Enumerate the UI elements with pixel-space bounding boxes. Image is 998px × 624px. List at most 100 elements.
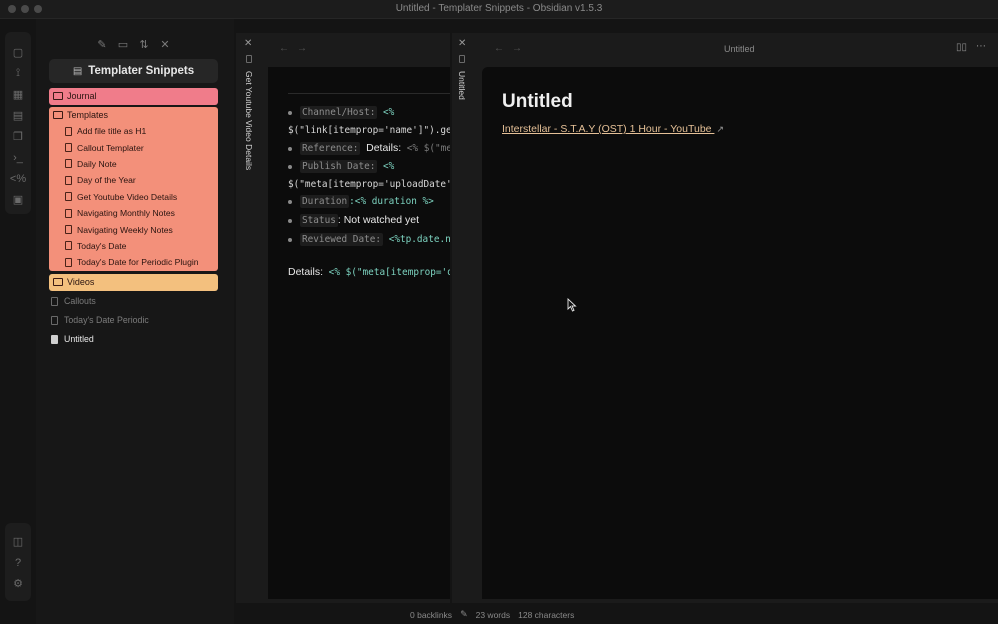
- folder-journal[interactable]: Journal: [49, 88, 218, 105]
- file-label: Get Youtube Video Details: [77, 191, 178, 202]
- line-publish-code: $("meta[itemprop='uploadDate']": [288, 179, 450, 190]
- editor-content[interactable]: Channel/Host: <% $("link[itemprop='name'…: [268, 67, 450, 599]
- file-label: Callouts: [64, 296, 96, 306]
- pane-spine[interactable]: ✕ Untitled: [452, 33, 480, 603]
- file-item[interactable]: Day of the Year: [49, 172, 218, 188]
- file-label: Untitled: [64, 334, 94, 344]
- file-icon: [65, 126, 72, 136]
- file-label: Navigating Weekly Notes: [77, 224, 173, 235]
- ribbon: ▢ ⟟ ▦ ▤ ❐ ›_ <% ▣ ◫ ? ⚙: [0, 19, 36, 624]
- file-item-todays-date-periodic[interactable]: Today's Date Periodic: [51, 312, 149, 328]
- reading-view-icon[interactable]: ▯▯: [956, 42, 967, 53]
- line-details: Details: <% $("meta[itemprop='de: [288, 266, 450, 278]
- divider: [288, 93, 450, 94]
- document-icon: [459, 55, 465, 63]
- file-label: Today's Date for Periodic Plugin: [77, 257, 199, 268]
- new-note-icon[interactable]: ✎: [96, 39, 108, 51]
- file-label: Daily Note: [77, 158, 117, 169]
- copy-icon[interactable]: ❐: [5, 126, 31, 147]
- file-icon: [65, 241, 72, 251]
- file-icon: [51, 334, 58, 344]
- settings-icon[interactable]: ⚙: [5, 573, 31, 594]
- file-item[interactable]: Get Youtube Video Details: [49, 189, 218, 205]
- file-explorer: ✎ ▭ ⇅ ✕ ▤ Templater Snippets Journal Tem…: [36, 19, 234, 624]
- pane-vertical-title: Get Youtube Video Details: [244, 71, 254, 171]
- file-item-untitled-active[interactable]: Untitled: [51, 331, 94, 347]
- sort-icon[interactable]: ⇅: [138, 39, 150, 51]
- nav-back-forward-icons[interactable]: ←→: [279, 43, 315, 54]
- file-explorer-actions: ✎ ▭ ⇅ ✕: [96, 39, 171, 51]
- title-bar: Untitled - Templater Snippets - Obsidian…: [0, 0, 998, 19]
- backlinks-count[interactable]: 0 backlinks: [410, 610, 452, 620]
- canvas-icon[interactable]: ▦: [5, 84, 31, 105]
- close-icon[interactable]: ✕: [244, 38, 252, 49]
- file-item[interactable]: Today's Date for Periodic Plugin: [49, 254, 218, 270]
- folder-label: Journal: [67, 91, 97, 101]
- vault-icon: ▤: [72, 65, 83, 77]
- word-count: 23 words: [475, 609, 511, 620]
- folder-videos[interactable]: Videos: [49, 274, 218, 291]
- line-reference: Reference: Details: <% $("me: [288, 142, 450, 155]
- daily-note-icon[interactable]: ▣: [5, 189, 31, 210]
- line-channel: Channel/Host: <%: [288, 106, 394, 119]
- file-label: Today's Date Periodic: [64, 315, 149, 325]
- line-status: Status: Not watched yet: [288, 214, 419, 227]
- file-item[interactable]: Callout Templater: [49, 139, 218, 155]
- folder-label: Templates: [67, 110, 109, 120]
- close-icon[interactable]: ✕: [458, 38, 466, 49]
- file-icon: [51, 296, 58, 306]
- external-link[interactable]: Interstellar - S.T.A.Y (OST) 1 Hour - Yo…: [502, 123, 724, 135]
- folder-label: Videos: [67, 277, 95, 287]
- graph-icon[interactable]: ⟟: [5, 63, 31, 84]
- folder-open-icon: [53, 111, 63, 119]
- file-label: Navigating Monthly Notes: [77, 208, 175, 219]
- terminal-icon[interactable]: ›_: [5, 147, 31, 168]
- pane-vertical-title: Untitled: [457, 71, 467, 100]
- link-text[interactable]: Interstellar - S.T.A.Y (OST) 1 Hour - Yo…: [502, 123, 712, 135]
- line-publish: Publish Date: <%: [288, 160, 394, 173]
- help-icon[interactable]: ?: [5, 552, 31, 573]
- collapse-icon[interactable]: ✕: [159, 39, 171, 51]
- pane-spine[interactable]: ✕ Get Youtube Video Details: [236, 33, 264, 603]
- file-item-callouts[interactable]: Callouts: [51, 293, 96, 309]
- pane-header-title[interactable]: Untitled: [724, 44, 755, 54]
- line-channel-code: $("link[itemprop='name']").get: [288, 125, 450, 136]
- folder-templates[interactable]: Templates Add file title as H1 Callout T…: [49, 107, 218, 271]
- edit-icon[interactable]: ✎: [460, 609, 468, 620]
- file-icon: [51, 315, 58, 325]
- mouse-cursor-icon: [567, 298, 577, 312]
- calendar-icon[interactable]: ▤: [5, 105, 31, 126]
- file-label: Callout Templater: [77, 142, 144, 153]
- document-title: Untitled: [502, 91, 573, 112]
- pane-untitled: ✕ Untitled ←→ Untitled ▯▯ ⋯ Untitled Int…: [452, 33, 998, 603]
- folder-icon: [53, 278, 63, 286]
- file-item[interactable]: Add file title as H1: [49, 123, 218, 139]
- vault-switcher-button[interactable]: ▤ Templater Snippets: [49, 59, 218, 83]
- document-icon: [246, 55, 252, 63]
- file-icon: [65, 208, 72, 218]
- file-label: Today's Date: [77, 240, 127, 251]
- files-icon[interactable]: ▢: [5, 42, 31, 63]
- templater-icon[interactable]: <%: [5, 168, 31, 189]
- line-duration: Duration:<% duration %>: [288, 195, 434, 208]
- file-icon: [65, 175, 72, 185]
- folder-icon: [53, 92, 63, 100]
- file-item[interactable]: Navigating Weekly Notes: [49, 221, 218, 237]
- file-icon: [65, 159, 72, 169]
- file-item[interactable]: Navigating Monthly Notes: [49, 205, 218, 221]
- nav-back-forward-icons[interactable]: ←→: [494, 43, 530, 54]
- file-label: Add file title as H1: [77, 126, 147, 137]
- vault-name: Templater Snippets: [88, 65, 195, 77]
- file-label: Day of the Year: [77, 175, 136, 186]
- pane-get-youtube-video-details: ✕ Get Youtube Video Details ←→ Channel/H…: [236, 33, 450, 603]
- new-folder-icon[interactable]: ▭: [117, 39, 129, 51]
- status-bar: 0 backlinks ✎ 23 words 128 characters: [410, 609, 574, 620]
- editor-content[interactable]: Untitled Interstellar - S.T.A.Y (OST) 1 …: [482, 67, 998, 599]
- file-icon: [65, 143, 72, 153]
- file-item[interactable]: Today's Date: [49, 238, 218, 254]
- file-item[interactable]: Daily Note: [49, 156, 218, 172]
- vault-switch-icon[interactable]: ◫: [5, 531, 31, 552]
- window-title: Untitled - Templater Snippets - Obsidian…: [395, 3, 603, 14]
- more-options-icon[interactable]: ⋯: [976, 41, 986, 52]
- file-icon: [65, 225, 72, 235]
